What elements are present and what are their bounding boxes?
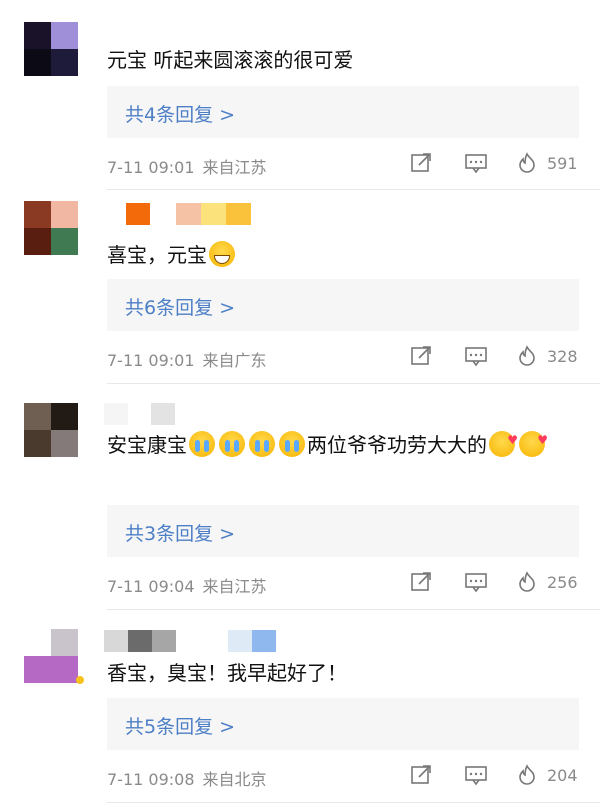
location: 来自北京 [202,770,267,789]
comment-icon[interactable] [465,764,487,786]
share-icon[interactable] [410,764,432,786]
badge-dot [76,676,84,684]
comment-item: 香宝，臭宝！我早起好了！ 共5条回复 > 7-11 09:08 来自北京 204 [0,0,600,807]
username[interactable] [104,630,276,652]
timestamp: 7-11 09:08 [107,770,195,789]
comment-meta: 7-11 09:08 来自北京 204 [107,764,582,789]
reply-count-box[interactable]: 共5条回复 > [107,698,579,750]
avatar[interactable] [24,629,78,683]
like-count: 204 [547,766,578,785]
comment-text: 香宝，臭宝！我早起好了！ [107,661,347,685]
like-icon[interactable] [516,764,538,786]
divider [107,802,600,803]
reply-count-link[interactable]: 共5条回复 > [125,712,235,739]
